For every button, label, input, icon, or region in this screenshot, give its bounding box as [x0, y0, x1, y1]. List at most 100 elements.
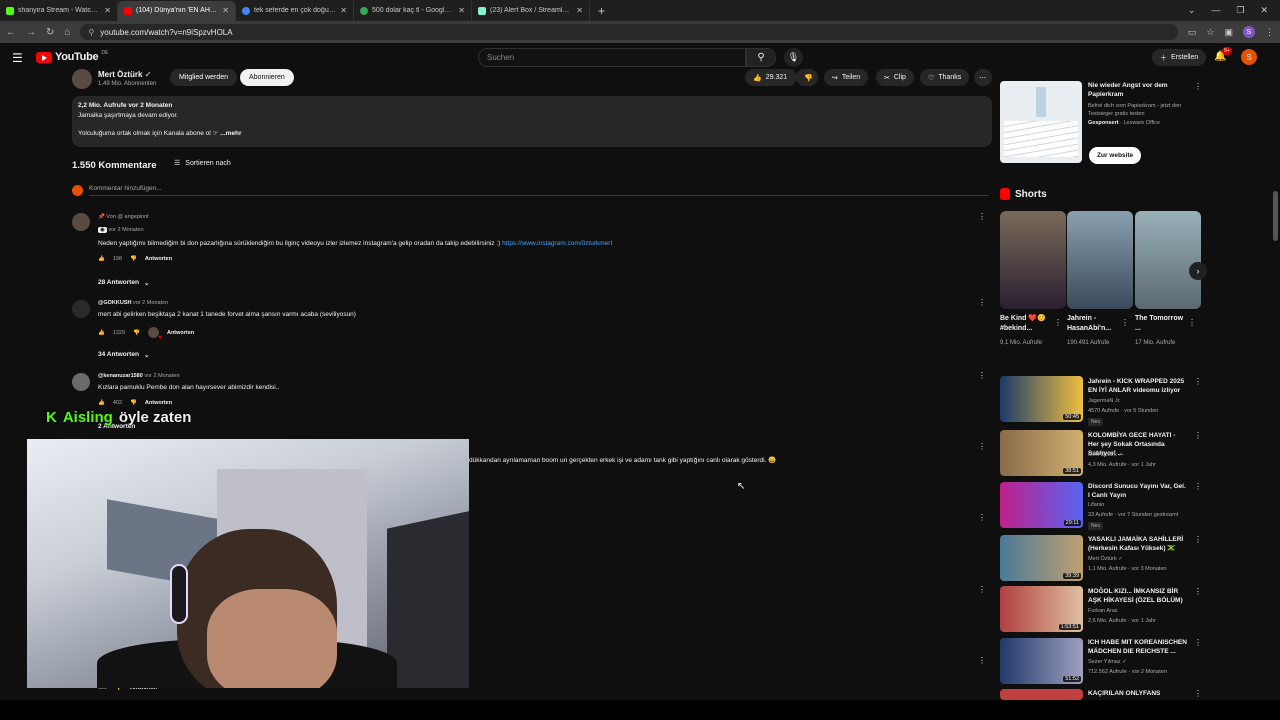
video-title[interactable]: Jahrein - KICK WRAPPED 2025 EN İYİ ANLAR…: [1088, 377, 1188, 395]
reply-button[interactable]: Antworten: [145, 400, 172, 406]
add-comment-input[interactable]: Kommentar hinzufügen...: [89, 185, 989, 196]
profile-avatar[interactable]: S: [1243, 26, 1255, 38]
short-title[interactable]: The Tomorrow ...: [1135, 314, 1187, 334]
comment-avatar[interactable]: [72, 300, 90, 318]
video-title[interactable]: KAÇIRILAN ONLYFANS: [1088, 689, 1188, 698]
video-thumbnail[interactable]: [1000, 689, 1083, 700]
dislike-button[interactable]: 👎: [796, 69, 818, 86]
video-title[interactable]: ICH HABE MIT KOREANISCHEN MÄDCHEN DIE RE…: [1088, 638, 1188, 656]
chevron-down-icon[interactable]: ⌄: [1188, 5, 1196, 16]
video-thumbnail[interactable]: 29:11: [1000, 482, 1083, 528]
browser-tab[interactable]: 500 dolar kaç tl - Google'da A✕: [354, 0, 472, 21]
sort-button[interactable]: ☰ Sortieren nach: [174, 159, 231, 168]
comment-avatar[interactable]: [72, 213, 90, 231]
share-button[interactable]: ↪ Teilen: [824, 69, 869, 86]
thumb-down-icon[interactable]: 👎: [130, 400, 137, 406]
video-channel[interactable]: Mert Öztürk ✓: [1088, 452, 1123, 458]
new-tab-button[interactable]: +: [590, 4, 613, 18]
short-title[interactable]: Be Kind ❤️😊 #bekind...: [1000, 314, 1052, 334]
video-menu-icon[interactable]: ⋮: [1194, 587, 1202, 596]
video-menu-icon[interactable]: ⋮: [1194, 535, 1202, 544]
description-box[interactable]: 2,2 Mio. Aufrufe vor 2 Monaten Jamaika ş…: [72, 96, 992, 147]
close-tab-icon[interactable]: ✕: [104, 6, 111, 15]
short-thumbnail[interactable]: [1135, 211, 1201, 309]
video-channel[interactable]: Furkan Aras: [1088, 608, 1118, 614]
video-thumbnail[interactable]: 38:51: [1000, 430, 1083, 476]
comment-avatar[interactable]: [72, 373, 90, 391]
ad-thumbnail[interactable]: [1000, 81, 1082, 163]
mic-button[interactable]: 🎙: [784, 48, 803, 67]
short-menu-icon[interactable]: ⋮: [1121, 318, 1129, 327]
short-thumbnail[interactable]: [1067, 211, 1133, 309]
short-title[interactable]: Jahrein - HasanAbi'n...: [1067, 314, 1119, 334]
video-thumbnail[interactable]: 50:45: [1000, 376, 1083, 422]
video-title[interactable]: YASAKLI JAMAİKA SAHİLLERİ (Herkesin Kafa…: [1088, 535, 1188, 553]
ad-title[interactable]: Nie wieder Angst vor dem Papierkram: [1088, 81, 1188, 99]
show-more-link[interactable]: ...mehr: [220, 130, 241, 137]
url-field[interactable]: ⚲ youtube.com/watch?v=n9iSpzvHOLA: [80, 24, 1178, 40]
video-menu-icon[interactable]: ⋮: [1194, 482, 1202, 491]
extensions-icon[interactable]: ▣: [1224, 27, 1233, 38]
reload-icon[interactable]: ↻: [46, 27, 54, 38]
hamburger-icon[interactable]: ☰: [12, 51, 23, 65]
comment-menu-icon[interactable]: ⋮: [978, 298, 986, 307]
browser-tab[interactable]: shanyira Stream - Watch Live o✕: [0, 0, 118, 21]
scrollbar[interactable]: [1273, 71, 1278, 700]
comment-menu-icon[interactable]: ⋮: [978, 585, 986, 594]
thumb-up-icon[interactable]: 👍: [98, 256, 105, 262]
short-menu-icon[interactable]: ⋮: [1054, 318, 1062, 327]
comment-menu-icon[interactable]: ⋮: [978, 442, 986, 451]
reply-button[interactable]: Antworten: [167, 330, 194, 336]
video-thumbnail[interactable]: 39:39: [1000, 535, 1083, 581]
back-icon[interactable]: ←: [6, 27, 16, 38]
video-title[interactable]: MOĞOL KIZI... İMKANSIZ BİR AŞK HİKAYESİ …: [1088, 587, 1188, 605]
cast-icon[interactable]: ▭: [1188, 27, 1197, 38]
video-channel[interactable]: Mert Öztürk ✓: [1088, 556, 1123, 562]
more-actions-button[interactable]: ⋯: [974, 69, 992, 86]
replies-toggle[interactable]: 28 Antworten ⌄: [98, 279, 149, 287]
close-tab-icon[interactable]: ✕: [458, 6, 465, 15]
home-icon[interactable]: ⌂: [64, 27, 70, 38]
video-menu-icon[interactable]: ⋮: [1194, 431, 1202, 440]
maximize-icon[interactable]: ❐: [1236, 5, 1244, 16]
video-title[interactable]: Discord Sunucu Yayını Var, Gel. l Canlı …: [1088, 482, 1188, 500]
minimize-icon[interactable]: —: [1211, 5, 1220, 16]
video-thumbnail[interactable]: 51:52: [1000, 638, 1083, 684]
thumb-down-icon[interactable]: 👎: [133, 330, 140, 336]
comment-link[interactable]: https://www.instagram.com/0zturkmert: [502, 240, 612, 247]
close-tab-icon[interactable]: ✕: [340, 6, 347, 15]
close-tab-icon[interactable]: ✕: [222, 6, 229, 15]
video-menu-icon[interactable]: ⋮: [1194, 689, 1202, 698]
video-thumbnail[interactable]: 1:53:51: [1000, 586, 1083, 632]
short-thumbnail[interactable]: [1000, 211, 1066, 309]
thumb-up-icon[interactable]: 👍: [98, 330, 105, 336]
video-channel[interactable]: JagermaN Jr.: [1088, 398, 1121, 404]
scrollbar-thumb[interactable]: [1273, 191, 1278, 241]
ad-menu-icon[interactable]: ⋮: [1194, 82, 1202, 91]
channel-avatar[interactable]: [72, 69, 92, 89]
browser-menu-icon[interactable]: ⋮: [1265, 27, 1274, 38]
reply-button[interactable]: Antworten: [145, 256, 172, 262]
close-window-icon[interactable]: ✕: [1260, 5, 1268, 16]
thanks-button[interactable]: ♡ Thanks: [920, 69, 970, 86]
user-avatar[interactable]: S: [1241, 49, 1257, 65]
comment-menu-icon[interactable]: ⋮: [978, 371, 986, 380]
thumb-up-icon[interactable]: 👍: [98, 400, 105, 406]
replies-toggle[interactable]: 34 Antworten ⌄: [98, 351, 149, 359]
browser-tab[interactable]: (23) Alert Box / Streamlabs ✕: [472, 0, 590, 21]
comment-menu-icon[interactable]: ⋮: [978, 212, 986, 221]
thumb-down-icon[interactable]: 👎: [130, 256, 137, 262]
join-button[interactable]: Mitglied werden: [170, 69, 238, 86]
channel-name[interactable]: Mert Öztürk ✓: [98, 70, 151, 79]
forward-icon[interactable]: →: [26, 27, 36, 38]
comment-menu-icon[interactable]: ⋮: [978, 513, 986, 522]
comment-menu-icon[interactable]: ⋮: [978, 656, 986, 665]
video-menu-icon[interactable]: ⋮: [1194, 377, 1202, 386]
video-channel[interactable]: Lifanio: [1088, 502, 1104, 508]
chevron-right-icon[interactable]: ›: [1189, 262, 1207, 280]
close-tab-icon[interactable]: ✕: [576, 6, 583, 15]
search-input[interactable]: Suchen: [478, 48, 746, 67]
video-channel[interactable]: Sezer Yılmaz ✓: [1088, 659, 1127, 665]
browser-tab-active[interactable]: (104) Dünya'nın 'EN AHLAKSIZ✕: [118, 0, 236, 21]
browser-tab[interactable]: tek seferde en çok doğum yap✕: [236, 0, 354, 21]
